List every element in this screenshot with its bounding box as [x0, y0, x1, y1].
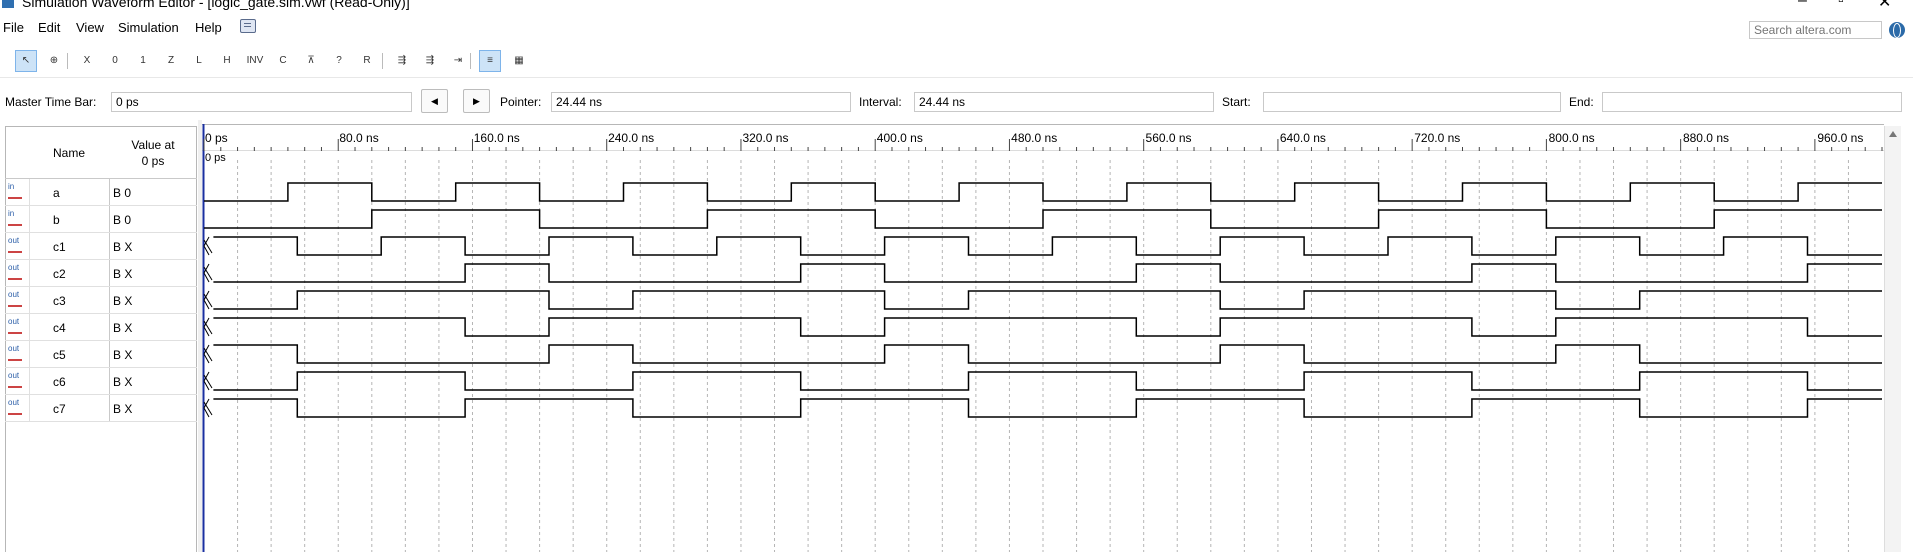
waveform-canvas[interactable]	[0, 0, 1913, 552]
waveform-c7	[213, 398, 1882, 418]
unknown-value-marker	[203, 344, 213, 364]
unknown-value-marker	[203, 236, 213, 256]
waveform-c3	[213, 290, 1882, 310]
vertical-scrollbar[interactable]	[1884, 126, 1901, 552]
unknown-value-marker	[203, 398, 213, 418]
waveform-c5	[213, 344, 1882, 364]
unknown-value-marker	[203, 371, 213, 391]
waveform-c1	[213, 236, 1882, 256]
waveform-c6	[213, 371, 1882, 391]
unknown-value-marker	[203, 290, 213, 310]
scroll-up-icon[interactable]	[1889, 131, 1897, 137]
waveform-a	[204, 182, 1882, 202]
unknown-value-marker	[203, 317, 213, 337]
waveform-b	[204, 209, 1882, 229]
waveform-c2	[213, 263, 1882, 283]
waveform-c4	[213, 317, 1882, 337]
unknown-value-marker	[203, 263, 213, 283]
